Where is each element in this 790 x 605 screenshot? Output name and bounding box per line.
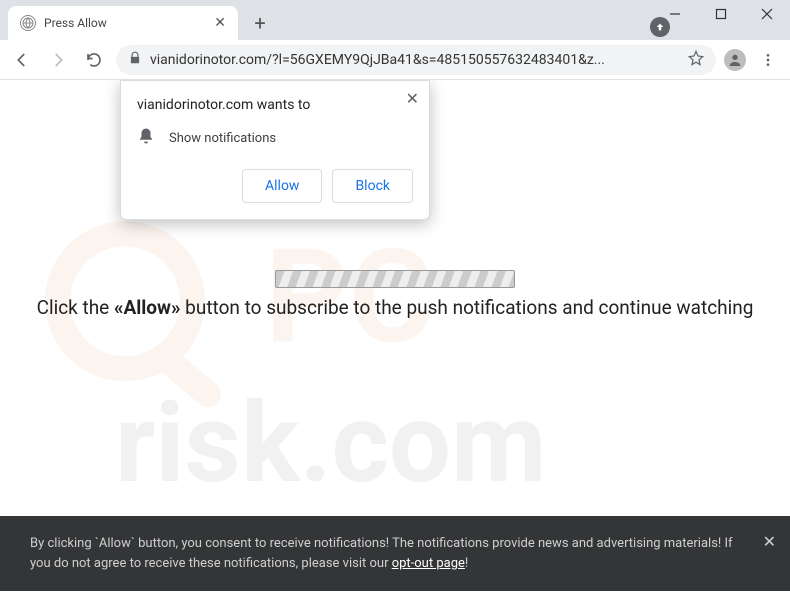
forward-button[interactable]: [44, 46, 72, 74]
reload-button[interactable]: [80, 46, 108, 74]
close-icon[interactable]: ✕: [406, 89, 419, 108]
lock-icon: [128, 50, 142, 69]
svg-text:risk.com: risk.com: [115, 379, 546, 508]
menu-button[interactable]: [754, 46, 782, 74]
browser-toolbar: vianidorinotor.com/?l=56GXEMY9QjJBa41&s=…: [0, 40, 790, 80]
tab-title: Press Allow: [44, 16, 206, 30]
tab-strip: Press Allow ✕ +: [0, 0, 790, 40]
footer-text: By clicking `Allow` button, you consent …: [30, 536, 733, 571]
maximize-button[interactable]: [698, 0, 744, 32]
minimize-button[interactable]: [652, 0, 698, 32]
window-controls: [652, 0, 790, 32]
new-tab-button[interactable]: +: [246, 9, 274, 37]
globe-icon: [20, 15, 36, 31]
back-button[interactable]: [8, 46, 36, 74]
close-tab-icon[interactable]: ✕: [214, 15, 226, 31]
close-footer-icon[interactable]: ✕: [763, 530, 776, 554]
watermark: PC risk.com: [35, 181, 755, 525]
bell-icon: [137, 127, 155, 149]
permission-origin: vianidorinotor.com wants to: [137, 97, 413, 113]
allow-button[interactable]: Allow: [242, 169, 322, 203]
browser-tab[interactable]: Press Allow ✕: [8, 6, 238, 40]
block-button[interactable]: Block: [332, 169, 413, 203]
instruction-text: Click the «Allow» button to subscribe to…: [0, 296, 790, 320]
address-bar[interactable]: vianidorinotor.com/?l=56GXEMY9QjJBa41&s=…: [116, 45, 716, 75]
url-text: vianidorinotor.com/?l=56GXEMY9QjJBa41&s=…: [150, 52, 680, 68]
page-content: PC risk.com ✕ vianidorinotor.com wants t…: [0, 80, 790, 591]
close-window-button[interactable]: [744, 0, 790, 32]
notification-permission-dialog: ✕ vianidorinotor.com wants to Show notif…: [120, 80, 430, 220]
profile-avatar[interactable]: [724, 49, 746, 71]
bookmark-icon[interactable]: [688, 50, 704, 70]
permission-request-text: Show notifications: [169, 131, 276, 146]
opt-out-link[interactable]: opt-out page: [392, 556, 465, 571]
loading-bar: [275, 270, 515, 288]
consent-footer: ✕ By clicking `Allow` button, you consen…: [0, 516, 790, 591]
